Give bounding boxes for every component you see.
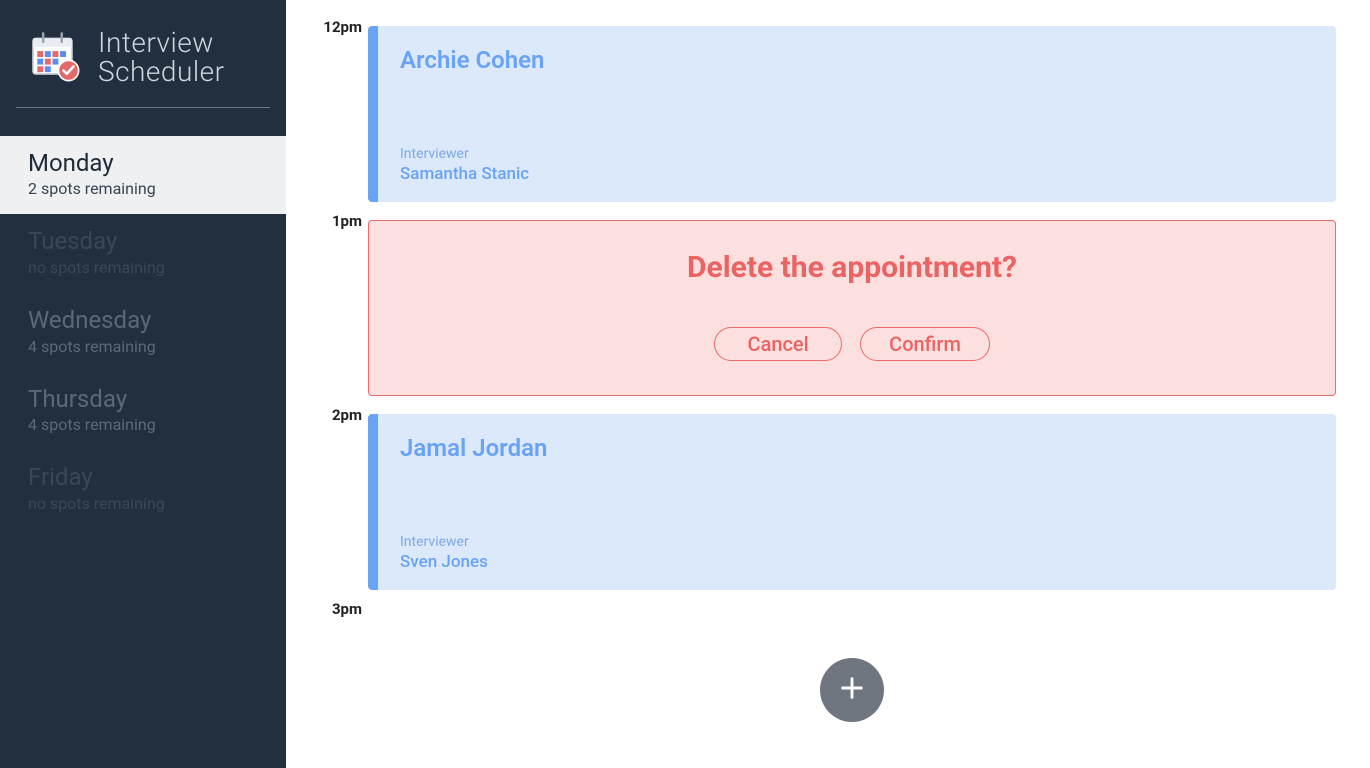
day-name: Wednesday xyxy=(28,307,258,335)
day-item-monday[interactable]: Monday 2 spots remaining xyxy=(0,136,286,215)
day-spots: no spots remaining xyxy=(28,494,258,513)
appointment-card[interactable]: Jamal Jordan Interviewer Sven Jones xyxy=(368,414,1336,590)
confirm-button[interactable]: Confirm xyxy=(860,327,990,361)
day-list: Monday 2 spots remaining Tuesday no spot… xyxy=(0,136,286,529)
slot-3pm: 3pm xyxy=(320,608,1336,768)
day-item-wednesday[interactable]: Wednesday 4 spots remaining xyxy=(0,293,286,372)
sidebar-divider xyxy=(16,107,270,108)
slot-1pm: 1pm Delete the appointment? Cancel Confi… xyxy=(320,220,1336,414)
cancel-button[interactable]: Cancel xyxy=(714,327,842,361)
app-title-line1: Interview xyxy=(98,28,225,57)
app-title-line2: Scheduler xyxy=(98,57,225,86)
day-name: Tuesday xyxy=(28,228,258,256)
student-name: Archie Cohen xyxy=(400,46,1314,74)
day-item-thursday[interactable]: Thursday 4 spots remaining xyxy=(0,372,286,451)
add-appointment-button[interactable] xyxy=(820,658,884,722)
app-title: Interview Scheduler xyxy=(98,28,225,87)
time-label: 3pm xyxy=(320,602,368,617)
slot-12pm: 12pm Archie Cohen Interviewer Samantha S… xyxy=(320,26,1336,220)
confirm-actions: Cancel Confirm xyxy=(714,327,990,361)
schedule: 12pm Archie Cohen Interviewer Samantha S… xyxy=(286,0,1370,768)
confirm-message: Delete the appointment? xyxy=(687,250,1017,285)
interviewer-name: Sven Jones xyxy=(400,552,1314,572)
time-label: 1pm xyxy=(320,214,368,229)
slot-2pm: 2pm Jamal Jordan Interviewer Sven Jones xyxy=(320,414,1336,608)
day-item-friday[interactable]: Friday no spots remaining xyxy=(0,450,286,529)
day-spots: 2 spots remaining xyxy=(28,179,258,198)
confirm-delete-card: Delete the appointment? Cancel Confirm xyxy=(368,220,1336,396)
student-name: Jamal Jordan xyxy=(400,434,1314,462)
interviewer-name: Samantha Stanic xyxy=(400,164,1314,184)
plus-icon xyxy=(838,674,866,706)
app-logo: Interview Scheduler xyxy=(0,0,286,107)
day-spots: 4 spots remaining xyxy=(28,415,258,434)
interviewer-label: Interviewer xyxy=(400,534,1314,550)
interviewer-label: Interviewer xyxy=(400,146,1314,162)
appointment-card[interactable]: Archie Cohen Interviewer Samantha Stanic xyxy=(368,26,1336,202)
day-name: Monday xyxy=(28,150,258,178)
day-item-tuesday[interactable]: Tuesday no spots remaining xyxy=(0,214,286,293)
day-name: Friday xyxy=(28,464,258,492)
sidebar: Interview Scheduler Monday 2 spots remai… xyxy=(0,0,286,768)
day-spots: no spots remaining xyxy=(28,258,258,277)
time-label: 12pm xyxy=(320,20,368,35)
time-label: 2pm xyxy=(320,408,368,423)
calendar-check-icon xyxy=(28,30,82,84)
day-spots: 4 spots remaining xyxy=(28,337,258,356)
day-name: Thursday xyxy=(28,386,258,414)
